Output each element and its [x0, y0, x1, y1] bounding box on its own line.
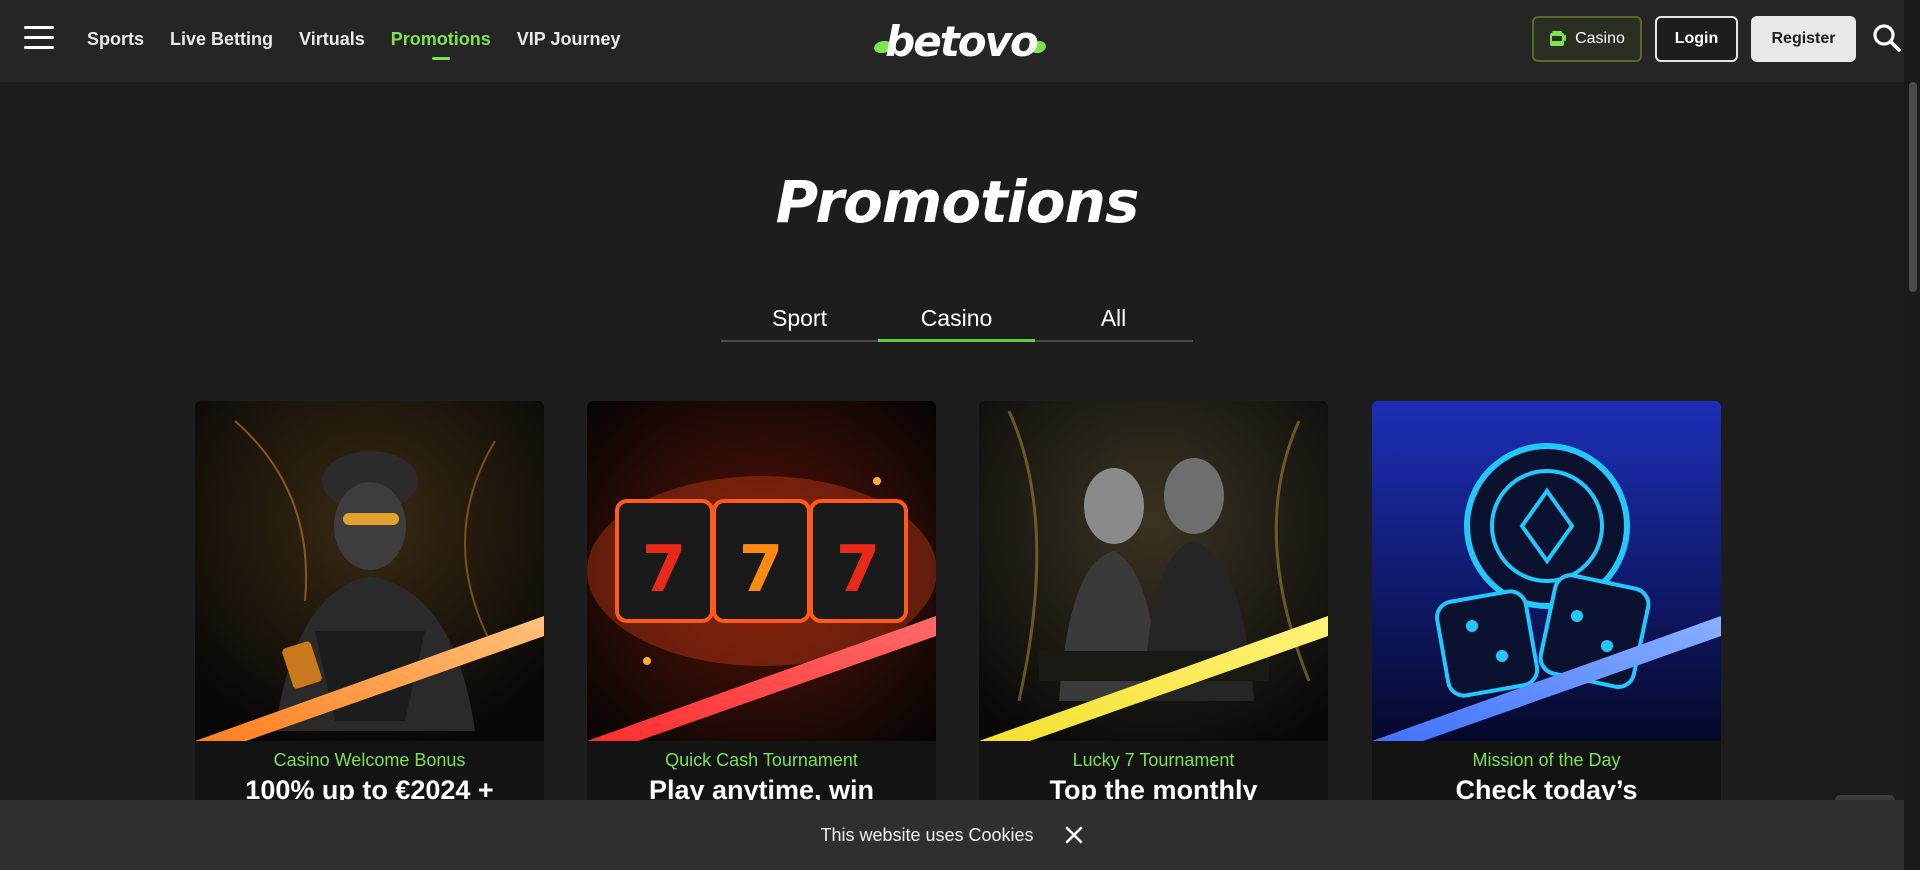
nav-item-live-betting[interactable]: Live Betting	[170, 29, 273, 50]
svg-text:betovo: betovo	[885, 17, 1038, 66]
promo-subtitle: Quick Cash Tournament	[665, 750, 858, 770]
hamburger-menu-icon[interactable]	[24, 26, 54, 50]
register-button[interactable]: Register	[1751, 16, 1856, 62]
scrollbar-thumb[interactable]	[1909, 82, 1917, 292]
nav-item-vip-journey[interactable]: VIP Journey	[517, 29, 621, 50]
page-title: Promotions	[775, 168, 1140, 236]
promo-subtitle: Mission of the Day	[1472, 750, 1621, 770]
casino-button[interactable]: Casino	[1532, 16, 1642, 62]
svg-text:7: 7	[836, 533, 881, 607]
cookie-banner: This website uses Cookies	[0, 800, 1904, 870]
site-header: Sports Live Betting Virtuals Promotions …	[0, 0, 1920, 82]
tab-casino[interactable]: Casino	[878, 298, 1035, 342]
promo-image-slot-machine: 7 7 7	[587, 401, 936, 741]
promo-category-tabs: Sport Casino All	[721, 298, 1193, 342]
promo-subtitle: Casino Welcome Bonus	[273, 750, 466, 770]
betovo-logo[interactable]: betovo	[865, 10, 1057, 66]
nav-item-virtuals[interactable]: Virtuals	[299, 29, 365, 50]
slot-machine-icon	[1550, 31, 1567, 46]
promo-image-chip-dice	[1372, 401, 1721, 741]
svg-text:7: 7	[739, 533, 784, 607]
nav-item-promotions[interactable]: Promotions	[391, 29, 491, 60]
main-nav: Sports Live Betting Virtuals Promotions …	[87, 0, 620, 78]
login-button[interactable]: Login	[1655, 16, 1738, 62]
promo-image-welcome-bonus	[195, 401, 544, 741]
cookie-message: This website uses Cookies	[820, 824, 1034, 845]
nav-item-sports[interactable]: Sports	[87, 29, 144, 50]
search-icon[interactable]	[1871, 22, 1903, 54]
promo-subtitle: Lucky 7 Tournament	[1072, 750, 1235, 770]
promo-image-couple-poker	[979, 401, 1328, 741]
casino-button-label: Casino	[1575, 30, 1625, 47]
svg-text:7: 7	[642, 533, 687, 607]
close-icon[interactable]	[1064, 825, 1084, 845]
tab-all[interactable]: All	[1035, 298, 1192, 340]
page-scrollbar[interactable]	[1904, 0, 1920, 870]
tab-sport[interactable]: Sport	[721, 298, 878, 340]
